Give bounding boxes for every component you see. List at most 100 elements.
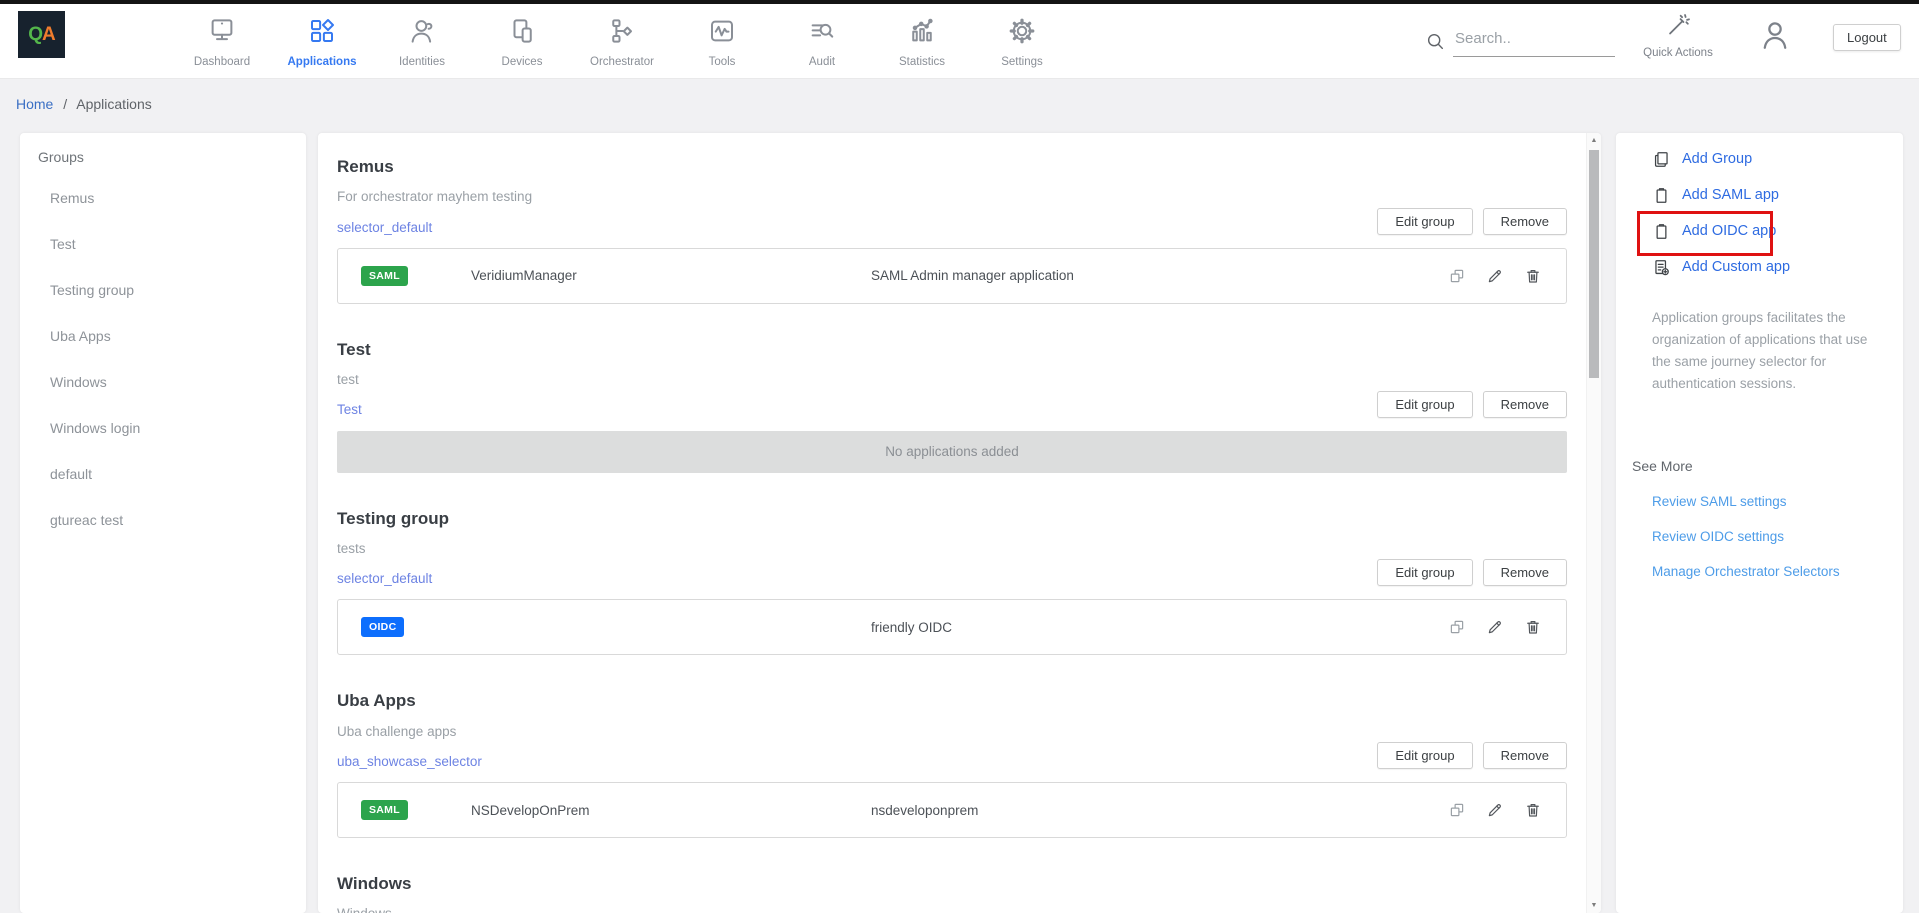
sidebar-item-gtureac-test[interactable]: gtureac test: [20, 497, 306, 543]
app-row-friendly-oidc: OIDC friendly OIDC: [337, 599, 1567, 655]
nav-item-statistics[interactable]: Statistics: [872, 8, 972, 68]
group-uba-apps: Uba Apps Uba challenge apps uba_showcase…: [337, 691, 1567, 838]
remove-group-button[interactable]: Remove: [1483, 391, 1567, 418]
scroll-down-arrow[interactable]: ▼: [1587, 902, 1601, 909]
see-more-link-review-oidc-settings[interactable]: Review OIDC settings: [1652, 529, 1903, 544]
group-selector-link[interactable]: uba_showcase_selector: [337, 754, 482, 770]
edit-app-button[interactable]: [1486, 618, 1504, 636]
search-input[interactable]: [1453, 26, 1615, 57]
nav-item-label: Identities: [399, 56, 445, 68]
devices-icon: [507, 16, 537, 49]
delete-app-button[interactable]: [1524, 618, 1542, 636]
app-row-veridiummanager: SAML VeridiumManager SAML Admin manager …: [337, 248, 1567, 304]
nav-item-devices[interactable]: Devices: [472, 8, 572, 68]
app-row-actions: [1448, 801, 1566, 819]
see-more-link-review-saml-settings[interactable]: Review SAML settings: [1652, 494, 1903, 509]
top-border: [0, 0, 1919, 4]
edit-group-button[interactable]: Edit group: [1377, 391, 1472, 418]
app-description: nsdeveloponprem: [871, 803, 1448, 818]
action-add-oidc-app[interactable]: Add OIDC app: [1616, 213, 1903, 249]
group-description: For orchestrator mayhem testing: [337, 189, 532, 205]
remove-group-button[interactable]: Remove: [1483, 208, 1567, 235]
group-title: Windows: [337, 874, 411, 894]
edit-group-button[interactable]: Edit group: [1377, 559, 1472, 586]
see-more-link-manage-orchestrator-selectors[interactable]: Manage Orchestrator Selectors: [1652, 564, 1903, 579]
group-header: Windows Windows: [337, 874, 1567, 913]
dashboard-icon: [207, 16, 237, 49]
groups-info-text: Application groups facilitates the organ…: [1652, 307, 1875, 394]
clone-app-button[interactable]: [1448, 618, 1466, 636]
group-description: Windows: [337, 906, 411, 913]
sidebar-item-test[interactable]: Test: [20, 221, 306, 267]
scrollbar-thumb[interactable]: [1589, 150, 1599, 378]
app-logo[interactable]: QA: [18, 11, 65, 58]
identities-icon: [407, 16, 437, 49]
action-add-saml-app[interactable]: Add SAML app: [1616, 177, 1903, 213]
scroll-up-arrow[interactable]: ▲: [1587, 137, 1601, 144]
app-badge-cell: OIDC: [338, 617, 471, 637]
delete-app-button[interactable]: [1524, 267, 1542, 285]
edit-group-button[interactable]: Edit group: [1377, 742, 1472, 769]
nav-item-dashboard[interactable]: Dashboard: [172, 8, 272, 68]
remove-group-button[interactable]: Remove: [1483, 742, 1567, 769]
group-info: Test test Test: [337, 340, 371, 431]
app-badge-cell: SAML: [338, 800, 471, 820]
group-info: Uba Apps Uba challenge apps uba_showcase…: [337, 691, 482, 782]
edit-app-button[interactable]: [1486, 267, 1504, 285]
action-label[interactable]: Add SAML app: [1682, 187, 1779, 203]
clone-app-button[interactable]: [1448, 267, 1466, 285]
application-groups-panel: Remus For orchestrator mayhem testing se…: [318, 133, 1601, 913]
quick-actions-button[interactable]: Quick Actions: [1638, 11, 1718, 59]
sidebar-item-testing-group[interactable]: Testing group: [20, 267, 306, 313]
action-add-group[interactable]: Add Group: [1616, 141, 1903, 177]
document-plus-icon: [1652, 258, 1671, 277]
group-windows: Windows Windows: [337, 874, 1567, 913]
nav-item-label: Settings: [1001, 56, 1043, 68]
content-scrollbar[interactable]: ▲ ▼: [1586, 133, 1601, 913]
delete-app-button[interactable]: [1524, 801, 1542, 819]
action-add-custom-app[interactable]: Add Custom app: [1616, 249, 1903, 285]
groups-sidebar: Groups Remus Test Testing group Uba Apps…: [20, 133, 306, 913]
remove-group-button[interactable]: Remove: [1483, 559, 1567, 586]
breadcrumb-separator: /: [63, 96, 67, 112]
edit-group-button[interactable]: Edit group: [1377, 208, 1472, 235]
group-header: Remus For orchestrator mayhem testing se…: [337, 157, 1567, 248]
actions-panel: Add Group Add SAML app Add OIDC app Add …: [1616, 133, 1903, 913]
edit-app-button[interactable]: [1486, 801, 1504, 819]
breadcrumb-home-link[interactable]: Home: [16, 96, 53, 112]
nav-item-applications[interactable]: Applications: [272, 8, 372, 68]
nav-item-settings[interactable]: Settings: [972, 8, 1072, 68]
logout-button[interactable]: Logout: [1833, 24, 1901, 51]
nav-item-audit[interactable]: Audit: [772, 8, 872, 68]
group-title: Testing group: [337, 509, 449, 529]
clone-icon: [1448, 273, 1466, 288]
group-actions: Edit group Remove: [1377, 742, 1567, 769]
group-info: Remus For orchestrator mayhem testing se…: [337, 157, 532, 248]
sidebar-item-uba-apps[interactable]: Uba Apps: [20, 313, 306, 359]
user-profile-button[interactable]: [1758, 18, 1792, 52]
pencil-icon: [1486, 807, 1504, 822]
sidebar-item-default[interactable]: default: [20, 451, 306, 497]
logo-letter-q: Q: [28, 24, 42, 46]
sidebar-item-remus[interactable]: Remus: [20, 175, 306, 221]
app-badge-cell: SAML: [338, 266, 471, 286]
group-remus: Remus For orchestrator mayhem testing se…: [337, 157, 1567, 304]
nav-item-tools[interactable]: Tools: [672, 8, 772, 68]
group-selector-link[interactable]: selector_default: [337, 220, 432, 236]
magic-wand-icon: [1665, 11, 1692, 41]
action-label[interactable]: Add Custom app: [1682, 259, 1790, 275]
pencil-icon: [1486, 273, 1504, 288]
sidebar-item-windows[interactable]: Windows: [20, 359, 306, 405]
nav-item-identities[interactable]: Identities: [372, 8, 472, 68]
app-row-nsdeveloponprem: SAML NSDevelopOnPrem nsdeveloponprem: [337, 782, 1567, 838]
sidebar-group-list: Remus Test Testing group Uba Apps Window…: [20, 175, 306, 543]
action-label[interactable]: Add OIDC app: [1682, 223, 1776, 239]
group-info: Testing group tests selector_default: [337, 509, 449, 600]
nav-item-orchestrator[interactable]: Orchestrator: [572, 8, 672, 68]
app-type-badge: SAML: [361, 266, 408, 286]
group-selector-link[interactable]: selector_default: [337, 571, 432, 587]
sidebar-item-windows-login[interactable]: Windows login: [20, 405, 306, 451]
action-label[interactable]: Add Group: [1682, 151, 1752, 167]
group-selector-link[interactable]: Test: [337, 402, 362, 418]
clone-app-button[interactable]: [1448, 801, 1466, 819]
